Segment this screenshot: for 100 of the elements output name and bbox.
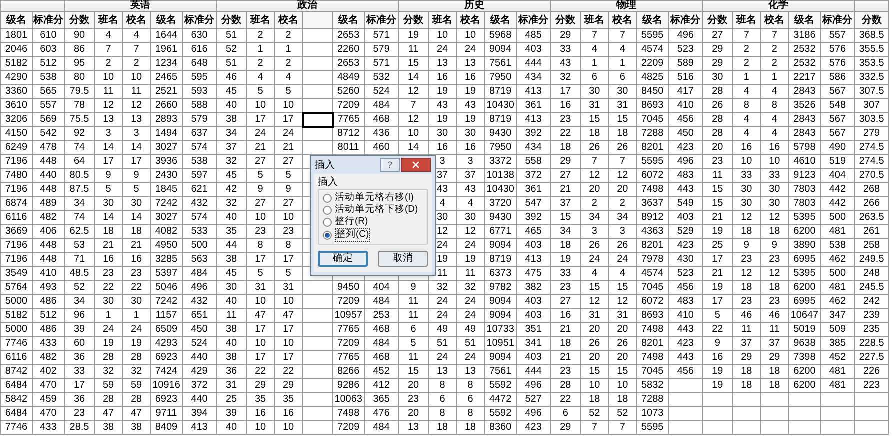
table-cell: 8201: [642, 338, 664, 349]
table-cell: 482: [40, 352, 57, 363]
table-cell: 523: [677, 268, 694, 279]
table-cell: 8: [286, 240, 292, 251]
close-button[interactable]: [401, 158, 431, 172]
column-header: 分数: [222, 14, 242, 26]
table-cell: 19: [560, 254, 572, 265]
table-cell: 33: [560, 44, 572, 55]
table-cell: 21: [560, 324, 572, 335]
table-cell: 12: [437, 226, 448, 237]
table-cell: 402: [40, 366, 57, 377]
table-cell: 249.5: [859, 254, 884, 265]
table-cell: 6249: [5, 142, 28, 153]
table-cell: 51: [226, 58, 238, 69]
radio-button[interactable]: [323, 218, 332, 226]
table-cell: 4610: [794, 156, 816, 167]
table-cell: 440: [191, 394, 208, 405]
table-cell: 3027: [155, 142, 178, 153]
table-cell: 574: [191, 142, 208, 153]
table-cell: 403: [525, 352, 542, 363]
radio-option[interactable]: 活动单元格下移(D): [323, 204, 423, 216]
table-cell: 468: [373, 324, 390, 335]
table-cell: 571: [373, 58, 390, 69]
table-cell: 7: [620, 156, 626, 167]
table-cell: 4: [592, 268, 598, 279]
table-cell: 16: [102, 254, 114, 265]
table-cell: 9782: [489, 282, 512, 293]
table-cell: 16: [283, 408, 294, 419]
table-cell: 4574: [642, 268, 664, 279]
table-cell: 28: [712, 114, 724, 125]
table-cell: 34: [226, 128, 238, 139]
table-cell: 481: [829, 366, 846, 377]
table-cell: 10: [255, 212, 266, 223]
table-cell: 18: [769, 380, 780, 391]
column-header: 班名: [584, 14, 605, 26]
radio-button[interactable]: [323, 206, 332, 214]
table-cell: 10: [255, 338, 266, 349]
dialog-button[interactable]: 取消: [378, 251, 428, 267]
table-cell: 23: [102, 268, 114, 279]
table-cell: 31: [589, 310, 600, 321]
radio-option[interactable]: 整行(R): [323, 216, 423, 228]
table-cell: 444: [525, 58, 542, 69]
table-cell: 30: [712, 72, 724, 83]
table-cell: 1644: [155, 30, 178, 41]
table-cell: 52: [617, 408, 628, 419]
table-cell: 597: [191, 170, 208, 181]
radio-option[interactable]: 整列(C): [323, 228, 423, 242]
table-cell: 4: [440, 198, 446, 209]
table-cell: 96: [74, 310, 86, 321]
table-cell: 610: [40, 30, 57, 41]
table-cell: 227.5: [859, 352, 884, 363]
table-cell: 3: [106, 128, 112, 139]
table-cell: 30: [130, 198, 142, 209]
table-cell: 7765: [338, 114, 360, 125]
radio-option[interactable]: 活动单元格右移(I): [323, 192, 423, 204]
table-cell: 28: [102, 394, 114, 405]
table-cell: 274.5: [859, 142, 884, 153]
table-cell: 226: [863, 366, 880, 377]
table-cell: 3: [134, 128, 140, 139]
group-header: 物理: [616, 0, 637, 11]
table-cell: 2: [286, 58, 292, 69]
table-cell: 30: [226, 282, 238, 293]
table-cell: 23: [130, 268, 142, 279]
table-cell: 413: [525, 114, 542, 125]
table-cell: 53: [74, 240, 86, 251]
column-header: 校名: [460, 14, 481, 26]
table-cell: 433: [40, 422, 57, 433]
table-cell: 10430: [486, 184, 514, 195]
table-cell: 403: [677, 212, 694, 223]
table-cell: 3669: [5, 226, 28, 237]
group-label: 插入: [318, 177, 339, 189]
table-cell: 448: [40, 184, 57, 195]
table-cell: 33: [769, 170, 780, 181]
table-cell: 239: [863, 310, 880, 321]
help-button[interactable]: ?: [380, 158, 400, 172]
table-cell: 456: [677, 114, 694, 125]
column-header: 班名: [250, 14, 271, 26]
table-cell: 1157: [156, 310, 178, 321]
table-cell: 410: [40, 268, 57, 279]
table-cell: 10: [769, 156, 780, 167]
table-cell: 4: [106, 30, 112, 41]
table-cell: 361: [525, 100, 542, 111]
table-cell: 486: [40, 296, 57, 307]
table-cell: 270.5: [859, 170, 884, 181]
table-cell: 6200: [794, 226, 816, 237]
table-cell: 5: [134, 184, 140, 195]
radio-button[interactable]: [323, 194, 332, 202]
table-cell: 28: [130, 394, 142, 405]
table-cell: 24: [617, 254, 628, 265]
table-cell: 22: [255, 366, 266, 377]
radio-button[interactable]: [323, 230, 332, 240]
table-cell: 36: [74, 352, 86, 363]
table-cell: 34: [560, 226, 572, 237]
table-cell: 7196: [5, 184, 28, 195]
table-cell: 442: [829, 184, 846, 195]
table-cell: 450: [677, 128, 694, 139]
dialog-button[interactable]: 确定: [318, 251, 368, 267]
table-cell: 6: [592, 72, 598, 83]
table-cell: 38: [226, 324, 238, 335]
active-cell[interactable]: [302, 112, 333, 126]
